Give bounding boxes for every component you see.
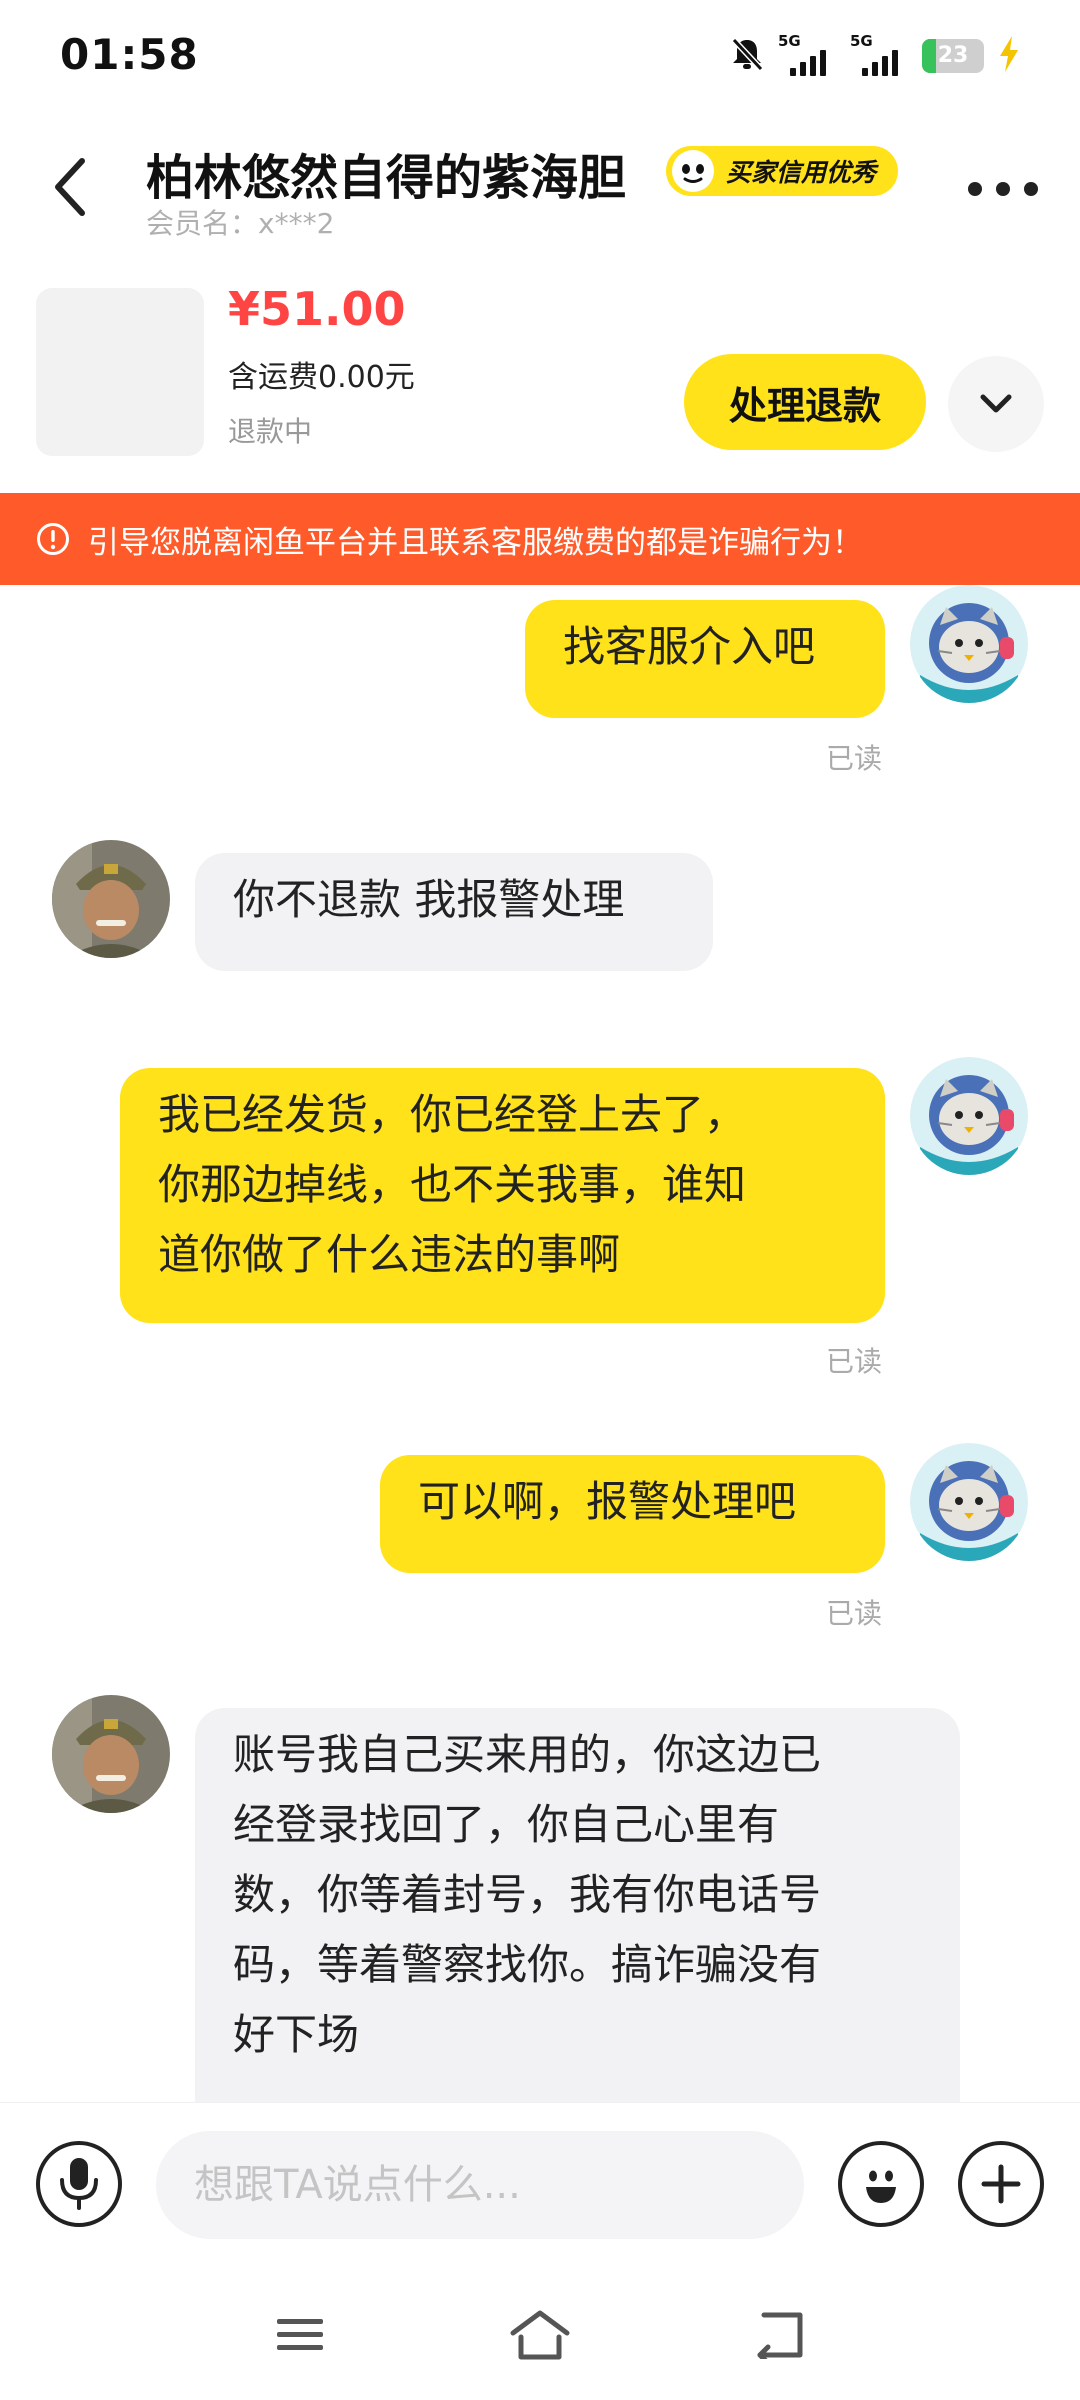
message-text-line: 数，你等着封号，我有你电话号	[233, 1870, 822, 1919]
voice-button[interactable]	[36, 2141, 122, 2227]
smiley-icon	[866, 2170, 896, 2203]
contact-avatar[interactable]	[52, 1695, 170, 1813]
message-bubble-theirs[interactable]: 你不退款 我报警处理	[195, 853, 713, 971]
message-list[interactable]: 找客服介入吧 已读 你不退款 我报警处理 我已经发货，你已经登上去了， 你那边掉…	[0, 585, 1080, 2102]
recent-apps-button[interactable]	[260, 2300, 340, 2370]
read-receipt: 已读	[826, 742, 883, 775]
network-type-1: 5G	[778, 32, 801, 50]
fraud-warning-banner: 引导您脱离闲鱼平台并且联系客服缴费的都是诈骗行为！	[0, 493, 1080, 585]
plus-icon	[981, 2164, 1021, 2204]
home-button[interactable]	[500, 2300, 580, 2370]
shipping-info: 含运费0.00元	[228, 360, 415, 395]
more-button[interactable]	[968, 174, 1038, 204]
fish-mascot-icon	[672, 150, 714, 192]
message-input[interactable]	[156, 2131, 804, 2239]
back-icon	[757, 2312, 803, 2359]
message-bubble-mine[interactable]: 找客服介入吧	[525, 600, 885, 718]
input-bar	[0, 2102, 1080, 2270]
back-arrow-icon	[55, 158, 85, 216]
emoji-button[interactable]	[838, 2141, 924, 2227]
system-nav-bar	[0, 2270, 1080, 2400]
chat-header: 柏林悠然自得的紫海胆 买家信用优秀 会员名：x***2	[0, 112, 1080, 242]
message-bubble-theirs[interactable]: 账号我自己买来用的，你这边已 经登录找回了，你自己心里有 数，你等着封号，我有你…	[195, 1708, 960, 2102]
warning-text: 引导您脱离闲鱼平台并且联系客服缴费的都是诈骗行为！	[88, 524, 863, 561]
battery-level: 23	[937, 43, 969, 68]
my-avatar[interactable]	[910, 1443, 1028, 1561]
read-receipt: 已读	[826, 1597, 883, 1630]
message-bubble-mine[interactable]: 可以啊，报警处理吧	[380, 1455, 885, 1573]
status-icons: 5G 5G 23	[730, 32, 1020, 76]
message-text-line: 你那边掉线，也不关我事，谁知	[158, 1160, 747, 1209]
mute-bell-icon	[730, 36, 764, 76]
status-time: 01:58	[60, 30, 199, 79]
chat-screen: 01:58 5G 5G 23 柏林悠然自得的紫海胆 买家信用优秀 会员名：x**…	[0, 0, 1080, 2400]
microphone-icon	[60, 2158, 98, 2210]
page-title[interactable]: 柏林悠然自得的紫海胆	[146, 138, 626, 208]
exclamation-circle-icon	[37, 523, 69, 555]
cell-signal-1-icon: 5G	[778, 32, 836, 76]
order-status: 退款中	[228, 415, 313, 448]
more-dots-icon	[968, 182, 982, 196]
charging-bolt-icon	[998, 36, 1020, 76]
status-bar: 01:58 5G 5G 23	[0, 0, 1080, 112]
menu-icon	[277, 2319, 323, 2350]
product-price: ¥51.00	[228, 282, 406, 336]
message-text-line: 账号我自己买来用的，你这边已	[233, 1730, 822, 1779]
battery-icon: 23	[922, 39, 984, 73]
product-thumbnail[interactable]	[36, 288, 204, 456]
message-text-line: 我已经发货，你已经登上去了，	[158, 1090, 747, 1139]
more-actions-button[interactable]	[958, 2141, 1044, 2227]
read-receipt: 已读	[826, 1345, 883, 1378]
contact-avatar[interactable]	[52, 840, 170, 958]
network-type-2: 5G	[850, 32, 873, 50]
home-icon	[510, 2310, 570, 2360]
product-card: ¥51.00 含运费0.00元 退款中 处理退款	[0, 270, 1080, 470]
message-text: 你不退款 我报警处理	[233, 875, 625, 924]
message-text: 找客服介入吧	[563, 622, 816, 671]
message-text-line: 好下场	[233, 2010, 360, 2059]
message-bubble-mine[interactable]: 我已经发货，你已经登上去了， 你那边掉线，也不关我事，谁知 道你做了什么违法的事…	[120, 1068, 885, 1323]
message-text-line: 道你做了什么违法的事啊	[158, 1230, 621, 1279]
handle-refund-button[interactable]: 处理退款	[684, 354, 926, 450]
my-avatar[interactable]	[910, 1057, 1028, 1175]
back-button[interactable]	[40, 152, 100, 222]
back-nav-button[interactable]	[740, 2300, 820, 2370]
chevron-down-icon	[980, 394, 1012, 413]
member-name: 会员名：x***2	[146, 207, 335, 240]
message-text: 可以啊，报警处理吧	[418, 1477, 797, 1526]
my-avatar[interactable]	[910, 585, 1028, 703]
credit-badge-label: 买家信用优秀	[726, 158, 877, 187]
message-text-line: 码，等着警察找你。搞诈骗没有	[233, 1940, 822, 1989]
credit-badge[interactable]: 买家信用优秀	[666, 146, 899, 196]
cell-signal-2-icon: 5G	[850, 32, 908, 76]
message-text-line: 经登录找回了，你自己心里有	[233, 1800, 780, 1849]
expand-button[interactable]	[948, 356, 1044, 452]
